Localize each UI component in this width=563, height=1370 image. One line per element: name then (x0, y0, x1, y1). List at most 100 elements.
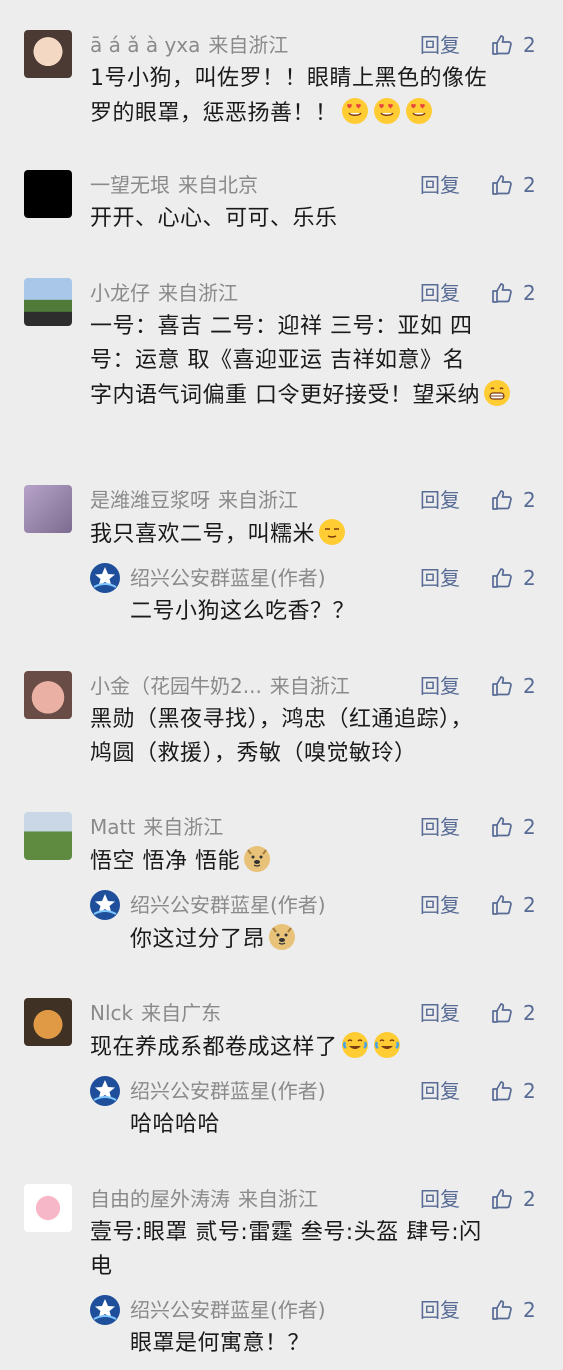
commenter-name[interactable]: 一望无垠 (90, 173, 170, 197)
avatar[interactable] (24, 30, 72, 78)
thumbs-up-icon (490, 1187, 523, 1211)
author-avatar[interactable] (90, 563, 120, 593)
like-count: 2 (523, 893, 536, 917)
reply-button[interactable]: 回复 (420, 673, 460, 699)
commenter-name[interactable]: Nlck (90, 1001, 133, 1025)
author-name[interactable]: 绍兴公安群蓝星(作者) (130, 566, 326, 590)
like-button[interactable]: 2 (490, 671, 536, 701)
comment-line: 一号：喜吉 二号：迎祥 三号：亚如 四 (90, 314, 473, 339)
comment-line: 鸠圆（救援），秀敏（嗅觉敏玲） (90, 741, 417, 766)
avatar[interactable] (24, 170, 72, 218)
reply-button[interactable]: 回复 (420, 814, 460, 840)
avatar[interactable] (24, 671, 72, 719)
commenter-name[interactable]: Matt (90, 815, 135, 839)
thumbs-up-icon (490, 893, 523, 917)
avatar[interactable] (24, 278, 72, 326)
thumbs-up-icon (490, 674, 523, 698)
avatar[interactable] (24, 1184, 72, 1232)
comment-meta: Nlck 来自广东 (90, 1000, 221, 1026)
reply-button[interactable]: 回复 (420, 565, 460, 591)
reply-button[interactable]: 回复 (420, 32, 460, 58)
like-button[interactable]: 2 (490, 485, 536, 515)
reply-text-content: 二号小狗这么吃香？？ (130, 599, 356, 624)
like-button[interactable]: 2 (490, 1184, 536, 1214)
comment-meta: ā á ǎ à yxa 来自浙江 (90, 32, 288, 58)
comment-text: 1号小狗，叫佐罗！！眼睛上黑色的像佐 罗的眼罩，惩恶扬善！！ (90, 62, 535, 131)
like-button[interactable]: 2 (490, 563, 536, 593)
author-avatar[interactable] (90, 890, 120, 920)
reply-button[interactable]: 回复 (420, 1078, 460, 1104)
author-avatar[interactable] (90, 1076, 120, 1106)
avatar[interactable] (24, 812, 72, 860)
location-label: 来自浙江 (238, 1187, 318, 1211)
location-label: 来自浙江 (158, 281, 238, 305)
like-button[interactable]: 2 (490, 812, 536, 842)
thumbs-up-icon (490, 1079, 523, 1103)
comment-text: 一号：喜吉 二号：迎祥 三号：亚如 四号：运意 取《喜迎亚运 吉祥如意》名 字内语… (90, 310, 535, 413)
location-label: 来自广东 (141, 1001, 222, 1025)
avatar[interactable] (24, 998, 72, 1046)
author-name[interactable]: 绍兴公安群蓝星(作者) (130, 1298, 326, 1322)
like-count: 2 (523, 1079, 536, 1103)
comment-text: 现在养成系都卷成这样了 (90, 1030, 535, 1065)
commenter-name[interactable]: 小金（花园牛奶2... (90, 674, 262, 698)
thumbs-up-icon (490, 566, 523, 590)
author-name[interactable]: 绍兴公安群蓝星(作者) (130, 1079, 326, 1103)
reply-meta: 绍兴公安群蓝星(作者) (130, 892, 326, 918)
comment-text: 开开、心心、可可、乐乐 (90, 202, 535, 236)
comment-line-text: 字内语气词偏重 口令更好接受！望采纳 (90, 383, 480, 408)
comment-line-text: 现在养成系都卷成这样了 (90, 1035, 338, 1060)
location-label: 来自浙江 (218, 488, 298, 512)
avatar[interactable] (24, 485, 72, 533)
reply-button[interactable]: 回复 (420, 1186, 460, 1212)
commenter-name[interactable]: ā á ǎ à yxa (90, 33, 200, 57)
reply-button[interactable]: 回复 (420, 892, 460, 918)
thumbs-up-icon (490, 173, 523, 197)
like-count: 2 (523, 566, 536, 590)
reply-button[interactable]: 回复 (420, 280, 460, 306)
commenter-name[interactable]: 自由的屋外涛涛 (90, 1187, 230, 1211)
comment-text: 黑勋（黑夜寻找），鸿忠（红通追踪）， 鸠圆（救援），秀敏（嗅觉敏玲） (90, 703, 535, 771)
thumbs-up-icon (490, 281, 523, 305)
reply-button[interactable]: 回复 (420, 1297, 460, 1323)
reply-text-content: 哈哈哈哈 (130, 1112, 221, 1137)
thumbs-up-icon (490, 1298, 523, 1322)
comment-line: 开开、心心、可可、乐乐 (90, 206, 338, 231)
like-button[interactable]: 2 (490, 170, 536, 200)
comment-meta: 小金（花园牛奶2... 来自浙江 (90, 673, 350, 699)
commenter-name[interactable]: 小龙仔 (90, 281, 150, 305)
comment-line-text: 罗的眼罩，惩恶扬善！！ (90, 101, 338, 126)
thumbs-up-icon (490, 33, 523, 57)
author-name[interactable]: 绍兴公安群蓝星(作者) (130, 893, 326, 917)
comment-line: 黑勋（黑夜寻找），鸿忠（红通追踪）， (90, 707, 474, 732)
comment-line: 电 (90, 1254, 113, 1279)
comment-line: 壹号:眼罩 贰号:雷霆 叁号:头盔 肆号:闪 (90, 1220, 482, 1245)
author-avatar[interactable] (90, 1295, 120, 1325)
location-label: 来自北京 (178, 173, 258, 197)
commenter-name[interactable]: 是潍潍豆浆呀 (90, 488, 210, 512)
comment-line: 我只喜欢二号，叫糯米 (90, 517, 535, 552)
like-count: 2 (523, 173, 536, 197)
reply-button[interactable]: 回复 (420, 487, 460, 513)
comment-meta: 是潍潍豆浆呀 来自浙江 (90, 487, 298, 513)
heart-eyes-icon (372, 96, 402, 126)
reply-text: 你这过分了昂 (130, 922, 530, 957)
like-button[interactable]: 2 (490, 1295, 536, 1325)
like-button[interactable]: 2 (490, 30, 536, 60)
thumbs-up-icon (490, 488, 523, 512)
comment-line: 号：运意 取《喜迎亚运 吉祥如意》名 (90, 348, 465, 373)
like-button[interactable]: 2 (490, 890, 536, 920)
like-button[interactable]: 2 (490, 998, 536, 1028)
reply-button[interactable]: 回复 (420, 172, 460, 198)
reply-text: 哈哈哈哈 (130, 1108, 530, 1142)
reply-button[interactable]: 回复 (420, 1000, 460, 1026)
like-count: 2 (523, 1298, 536, 1322)
like-button[interactable]: 2 (490, 278, 536, 308)
smug-icon (317, 517, 347, 547)
like-count: 2 (523, 488, 536, 512)
like-count: 2 (523, 674, 536, 698)
like-button[interactable]: 2 (490, 1076, 536, 1106)
comment-line-text: 我只喜欢二号，叫糯米 (90, 522, 316, 547)
laugh-cry-icon (372, 1030, 402, 1060)
reply-text-content: 你这过分了昂 (130, 927, 266, 952)
